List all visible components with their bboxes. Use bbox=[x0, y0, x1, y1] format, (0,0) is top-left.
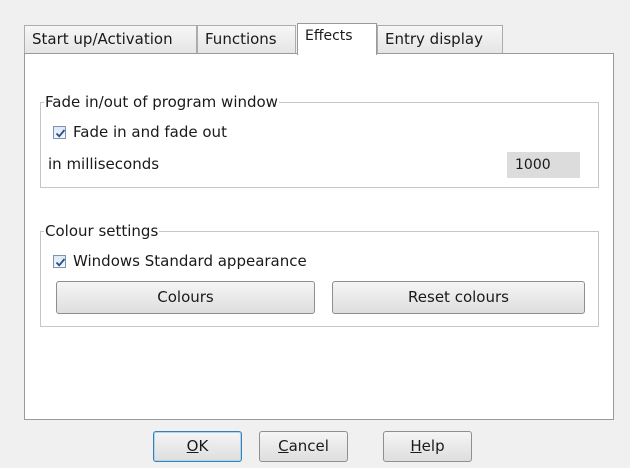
checkmark-icon bbox=[55, 128, 66, 138]
tab-effects[interactable]: Effects bbox=[297, 23, 377, 55]
fade-checkbox-label: Fade in and fade out bbox=[73, 123, 227, 141]
fade-group-legend: Fade in/out of program window bbox=[44, 92, 279, 112]
tab-panel-effects: Fade in/out of program window Fade in an… bbox=[24, 53, 614, 420]
tab-entry-display[interactable]: Entry display bbox=[377, 25, 503, 53]
standard-appearance-label: Windows Standard appearance bbox=[73, 252, 307, 270]
cancel-mnemonic: C bbox=[278, 437, 289, 455]
standard-appearance-checkbox[interactable] bbox=[53, 254, 66, 268]
colour-groupbox: Colour settings Windows Standard appeara… bbox=[40, 221, 599, 327]
colours-button[interactable]: Colours bbox=[56, 281, 315, 314]
fade-checkbox-row[interactable]: Fade in and fade out bbox=[53, 123, 227, 141]
tab-strip: Start up/Activation Functions Effects En… bbox=[24, 23, 614, 55]
help-mnemonic: H bbox=[410, 437, 422, 455]
cancel-button[interactable]: Cancel bbox=[259, 431, 348, 462]
ms-value-field[interactable]: 1000 bbox=[507, 152, 580, 178]
checkmark-icon bbox=[55, 257, 66, 267]
ok-mnemonic: O bbox=[186, 437, 199, 455]
fade-groupbox: Fade in/out of program window Fade in an… bbox=[40, 92, 599, 188]
ok-label-rest: K bbox=[198, 437, 209, 455]
tab-startup-activation[interactable]: Start up/Activation bbox=[24, 25, 197, 53]
ok-button[interactable]: OK bbox=[153, 431, 242, 462]
help-button[interactable]: Help bbox=[383, 431, 472, 462]
standard-appearance-checkbox-row[interactable]: Windows Standard appearance bbox=[53, 252, 307, 270]
tab-functions[interactable]: Functions bbox=[197, 25, 296, 53]
reset-colours-button[interactable]: Reset colours bbox=[332, 281, 585, 314]
help-label-rest: elp bbox=[421, 437, 445, 455]
ms-label: in milliseconds bbox=[48, 155, 160, 173]
fade-checkbox[interactable] bbox=[53, 125, 66, 139]
colour-group-legend: Colour settings bbox=[44, 221, 160, 241]
cancel-label-rest: ancel bbox=[288, 437, 329, 455]
